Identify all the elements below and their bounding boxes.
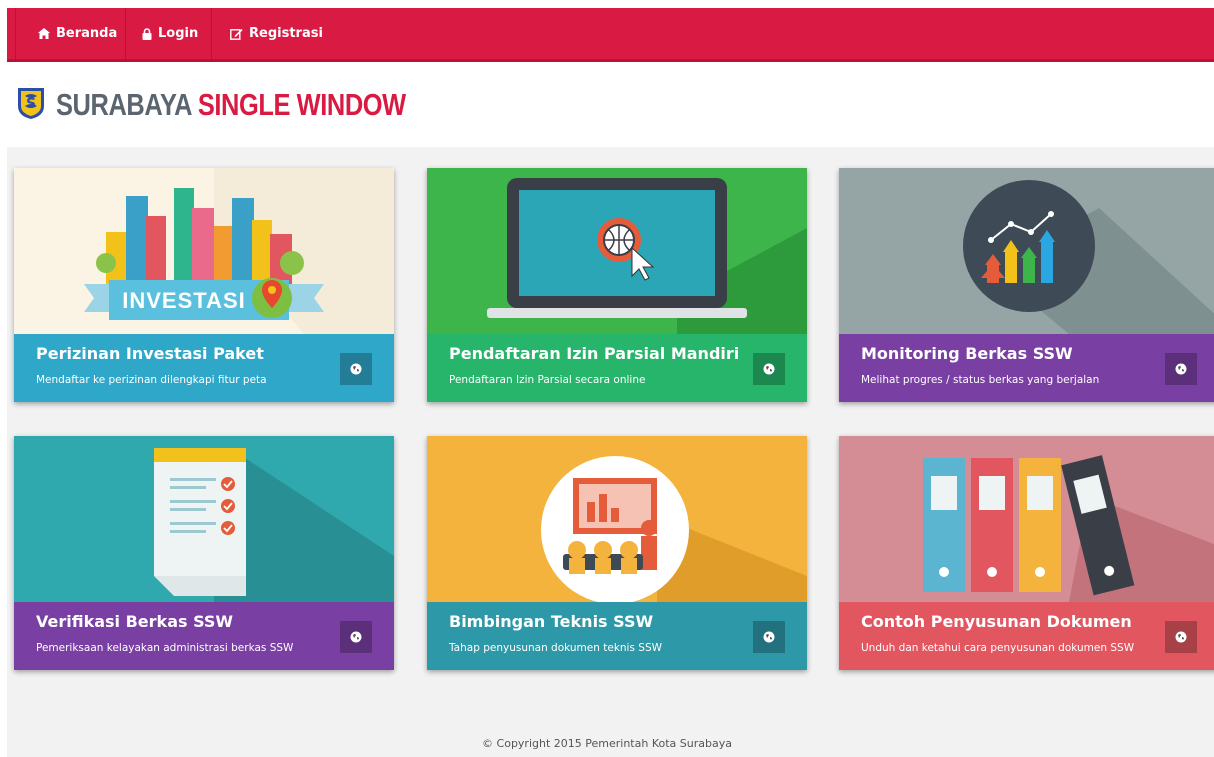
laptop-illustration (427, 168, 807, 334)
investasi-illustration: INVESTASI (14, 168, 394, 334)
checklist-illustration (14, 436, 394, 602)
nav-home[interactable]: Beranda (15, 8, 125, 59)
globe-icon (1175, 363, 1187, 375)
card-subtitle: Melihat progres / status berkas yang ber… (861, 374, 1100, 386)
chart-illustration (839, 168, 1214, 334)
globe-button[interactable] (340, 621, 372, 653)
card-subtitle: Pemeriksaan kelayakan administrasi berka… (36, 642, 294, 654)
card-caption: Perizinan Investasi Paket Mendaftar ke p… (14, 334, 394, 402)
card-title: Pendaftaran Izin Parsial Mandiri (449, 344, 740, 363)
site-title: SURABAYA SINGLE WINDOW (56, 87, 406, 123)
svg-text:S: S (26, 96, 36, 112)
site-title-part2: SINGLE WINDOW (197, 87, 406, 122)
presentation-illustration (427, 436, 807, 602)
card-pendaftaran-izin[interactable]: Pendaftaran Izin Parsial Mandiri Pendaft… (427, 168, 807, 402)
card-caption: Bimbingan Teknis SSW Tahap penyusunan do… (427, 602, 807, 670)
globe-button[interactable] (1165, 353, 1197, 385)
site-logo[interactable]: S SURABAYA SINGLE WINDOW (16, 85, 483, 125)
home-icon (38, 28, 50, 39)
card-caption: Contoh Penyusunan Dokumen Unduh dan keta… (839, 602, 1214, 670)
globe-button[interactable] (753, 353, 785, 385)
nav-register-label: Registrasi (249, 26, 323, 41)
card-investasi[interactable]: INVESTASI Perizinan Investasi Paket Mend… (14, 168, 394, 402)
card-monitoring[interactable]: Monitoring Berkas SSW Melihat progres / … (839, 168, 1214, 402)
footer-copyright: © Copyright 2015 Pemerintah Kota Surabay… (482, 737, 732, 750)
card-caption: Pendaftaran Izin Parsial Mandiri Pendaft… (427, 334, 807, 402)
globe-button[interactable] (753, 621, 785, 653)
globe-icon (1175, 631, 1187, 643)
card-title: Monitoring Berkas SSW (861, 344, 1073, 363)
card-subtitle: Pendaftaran Izin Parsial secara online (449, 374, 646, 386)
globe-button[interactable] (340, 353, 372, 385)
binders-illustration (839, 436, 1214, 602)
globe-icon (350, 631, 362, 643)
card-subtitle: Unduh dan ketahui cara penyusunan dokume… (861, 642, 1135, 654)
top-navbar: Beranda Login Registrasi (7, 8, 1214, 62)
card-contoh-dokumen[interactable]: Contoh Penyusunan Dokumen Unduh dan keta… (839, 436, 1214, 670)
globe-icon (763, 363, 775, 375)
nav-login[interactable]: Login (125, 8, 211, 59)
city-crest-icon: S (16, 86, 46, 124)
card-title: Perizinan Investasi Paket (36, 344, 264, 363)
main-content: INVESTASI Perizinan Investasi Paket Mend… (7, 147, 1214, 757)
card-bimbingan[interactable]: Bimbingan Teknis SSW Tahap penyusunan do… (427, 436, 807, 670)
globe-button[interactable] (1165, 621, 1197, 653)
site-title-part1: SURABAYA (56, 87, 192, 122)
globe-icon (350, 363, 362, 375)
card-subtitle: Tahap penyusunan dokumen teknis SSW (449, 642, 662, 654)
nav-register[interactable]: Registrasi (211, 8, 331, 59)
nav-login-label: Login (158, 26, 199, 41)
card-subtitle: Mendaftar ke perizinan dilengkapi fitur … (36, 374, 267, 386)
globe-icon (763, 631, 775, 643)
lock-icon (142, 27, 152, 40)
card-title: Bimbingan Teknis SSW (449, 612, 654, 631)
card-caption: Monitoring Berkas SSW Melihat progres / … (839, 334, 1214, 402)
card-title: Contoh Penyusunan Dokumen (861, 612, 1132, 631)
card-caption: Verifikasi Berkas SSW Pemeriksaan kelaya… (14, 602, 394, 670)
edit-icon (230, 28, 243, 40)
nav-home-label: Beranda (56, 26, 118, 41)
card-title: Verifikasi Berkas SSW (36, 612, 234, 631)
card-verifikasi[interactable]: Verifikasi Berkas SSW Pemeriksaan kelaya… (14, 436, 394, 670)
investasi-art-text: INVESTASI (122, 288, 246, 313)
